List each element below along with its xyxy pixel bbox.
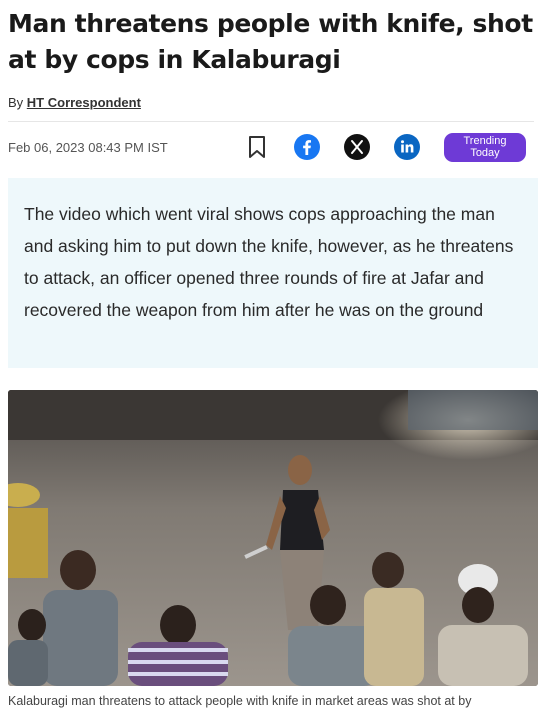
trending-label-line1: Trending <box>463 135 507 147</box>
article-headline: Man threatens people with knife, shot at… <box>8 9 533 74</box>
byline-prefix: By <box>8 95 24 110</box>
linkedin-icon[interactable] <box>394 134 420 160</box>
facebook-icon[interactable] <box>294 134 320 160</box>
x-icon[interactable] <box>344 134 370 160</box>
meta-row: Feb 06, 2023 08:43 PM IST Trending Today <box>8 130 534 164</box>
share-actions: Trending Today <box>246 132 534 162</box>
article-photo <box>8 390 538 686</box>
article-summary: The video which went viral shows cops ap… <box>24 204 514 320</box>
publish-timestamp: Feb 06, 2023 08:43 PM IST <box>8 139 168 155</box>
trending-label-line2: Today <box>470 147 500 159</box>
divider <box>8 121 534 122</box>
article-summary-box: The video which went viral shows cops ap… <box>8 178 538 368</box>
author-link[interactable]: HT Correspondent <box>27 95 141 110</box>
byline: By HT Correspondent <box>8 95 141 110</box>
bookmark-icon[interactable] <box>246 134 268 160</box>
trending-today-button[interactable]: Trending Today <box>444 132 526 162</box>
image-caption: Kalaburagi man threatens to attack peopl… <box>8 694 472 708</box>
